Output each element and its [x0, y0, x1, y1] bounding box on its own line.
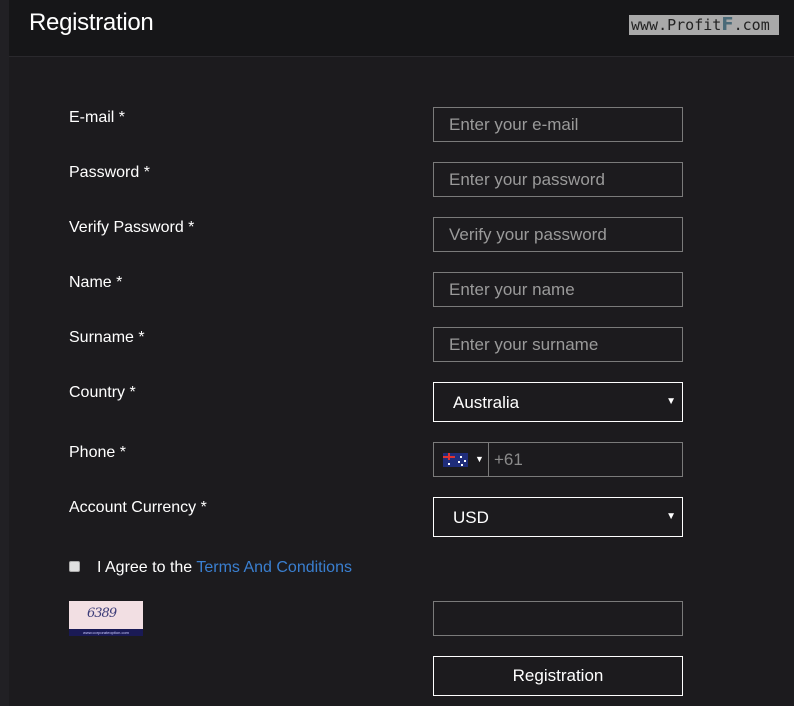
phone-value: +61: [494, 450, 523, 469]
watermark: www.ProfitF.com: [629, 15, 779, 35]
page-title: Registration: [29, 9, 154, 36]
name-field[interactable]: [433, 272, 683, 307]
surname-label: Surname *: [69, 329, 145, 346]
registration-button[interactable]: Registration: [433, 656, 683, 696]
currency-select[interactable]: USD ▼: [433, 497, 683, 537]
australia-flag-icon: [443, 453, 468, 467]
agree-label: I Agree to the: [97, 559, 197, 576]
chevron-down-icon: ▼: [666, 396, 676, 407]
surname-field[interactable]: [433, 327, 683, 362]
email-field[interactable]: [433, 107, 683, 142]
captcha-image: 6389 www.corporateoption.com: [69, 601, 143, 636]
country-value: Australia: [453, 393, 520, 412]
chevron-down-icon: ▼: [475, 454, 484, 464]
phone-field[interactable]: ▼ +61: [433, 442, 683, 477]
captcha-input[interactable]: [433, 601, 683, 636]
watermark-prefix: www.Profit: [631, 16, 722, 34]
currency-value: USD: [453, 508, 489, 527]
watermark-letter: F: [721, 14, 734, 35]
country-label: Country *: [69, 384, 136, 401]
country-select[interactable]: Australia ▼: [433, 382, 683, 422]
name-label: Name *: [69, 274, 123, 291]
password-label: Password *: [69, 164, 150, 181]
phone-country-selector[interactable]: ▼: [434, 443, 489, 476]
terms-link[interactable]: Terms And Conditions: [196, 559, 352, 576]
email-label: E-mail *: [69, 109, 126, 126]
chevron-down-icon: ▼: [666, 511, 676, 522]
verify-password-field[interactable]: [433, 217, 683, 252]
captcha-code: 6389: [87, 606, 117, 621]
agree-text: I Agree to the Terms And Conditions: [97, 559, 352, 577]
phone-label: Phone *: [69, 444, 126, 461]
password-field[interactable]: [433, 162, 683, 197]
captcha-caption: www.corporateoption.com: [69, 629, 143, 636]
agree-checkbox[interactable]: [69, 561, 80, 572]
currency-label: Account Currency *: [69, 499, 207, 516]
verify-password-label: Verify Password *: [69, 219, 195, 236]
left-edge-strip: [0, 0, 9, 706]
watermark-suffix: .com: [733, 16, 770, 34]
